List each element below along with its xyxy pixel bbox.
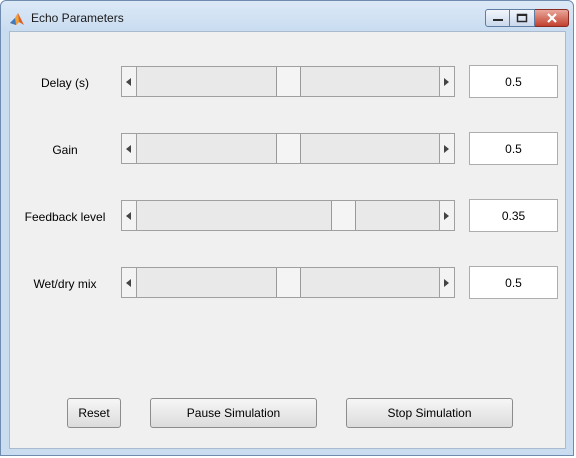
slider-right-arrow[interactable] [439, 134, 454, 163]
stop-simulation-button[interactable]: Stop Simulation [346, 398, 513, 428]
value-field-feedback[interactable]: 0.35 [469, 199, 558, 232]
slider-left-arrow[interactable] [122, 201, 137, 230]
slider-left-arrow[interactable] [122, 134, 137, 163]
maximize-button[interactable] [510, 9, 535, 27]
app-window: Echo Parameters Delay (s) 0.5 Gain 0.5 F… [0, 0, 574, 456]
slider-right-arrow[interactable] [439, 268, 454, 297]
minimize-icon [492, 19, 503, 21]
minimize-button[interactable] [485, 9, 510, 27]
close-icon [546, 13, 557, 23]
slider-wetdry[interactable] [121, 267, 455, 298]
value-field-delay[interactable]: 0.5 [469, 65, 558, 98]
param-label-wetdry: Wet/dry mix [33, 277, 97, 291]
slider-feedback[interactable] [121, 200, 455, 231]
param-label-delay: Delay (s) [40, 76, 89, 90]
client-area: Delay (s) 0.5 Gain 0.5 Feedback level 0.… [9, 31, 566, 449]
param-label-feedback: Feedback level [24, 210, 106, 224]
window-title: Echo Parameters [31, 11, 124, 25]
slider-delay[interactable] [121, 66, 455, 97]
value-field-wetdry[interactable]: 0.5 [469, 266, 558, 299]
slider-thumb[interactable] [275, 268, 301, 297]
maximize-icon [516, 13, 528, 23]
title-bar[interactable]: Echo Parameters [1, 1, 575, 35]
slider-left-arrow[interactable] [122, 268, 137, 297]
slider-thumb[interactable] [275, 134, 301, 163]
slider-thumb[interactable] [275, 67, 301, 96]
slider-thumb[interactable] [330, 201, 356, 230]
matlab-icon [9, 11, 25, 27]
pause-simulation-button[interactable]: Pause Simulation [150, 398, 317, 428]
slider-left-arrow[interactable] [122, 67, 137, 96]
slider-right-arrow[interactable] [439, 201, 454, 230]
reset-button[interactable]: Reset [67, 398, 121, 428]
value-field-gain[interactable]: 0.5 [469, 132, 558, 165]
slider-gain[interactable] [121, 133, 455, 164]
param-label-gain: Gain [52, 143, 78, 157]
slider-right-arrow[interactable] [439, 67, 454, 96]
close-button[interactable] [535, 9, 569, 27]
